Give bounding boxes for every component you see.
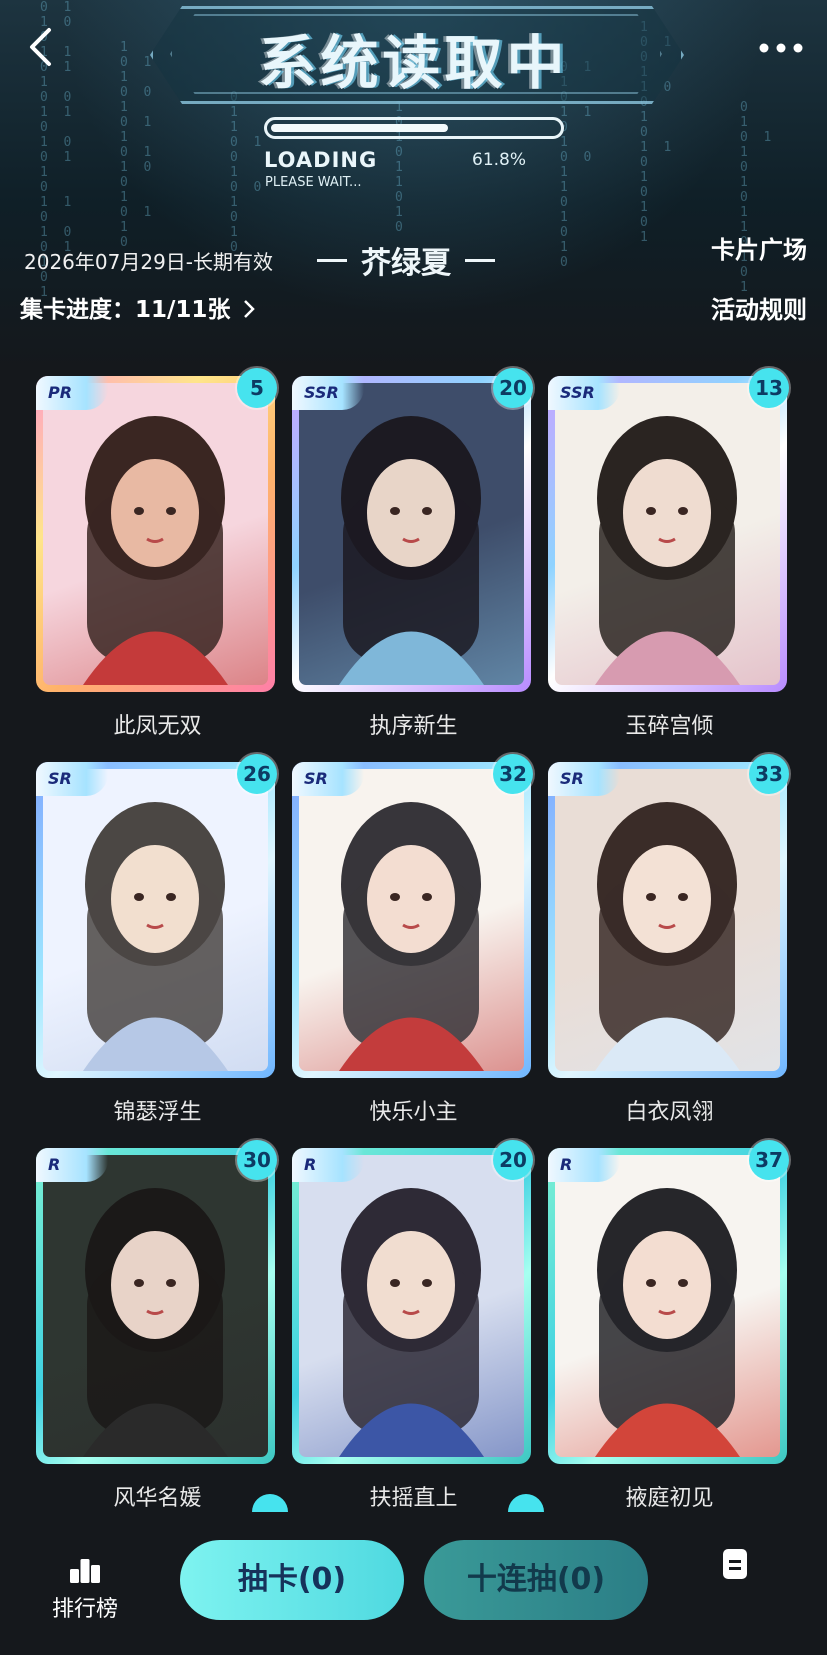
card-frame (292, 762, 531, 1078)
card-artwork (299, 383, 524, 685)
please-wait-label: PLEASE WAIT... (265, 175, 362, 190)
chevron-right-icon (244, 300, 256, 318)
draw-card-button[interactable]: 抽卡(0) (180, 1540, 404, 1620)
loading-progress-bar (264, 117, 564, 139)
card-frame (548, 376, 787, 692)
more-button[interactable] (753, 26, 809, 70)
podium-icon (70, 1559, 100, 1583)
activity-rules-link[interactable]: 活动规则 (711, 290, 807, 325)
card-item[interactable]: SR 26 锦瑟浮生 (36, 754, 279, 1125)
ranking-tab[interactable]: 排行榜 (52, 1555, 118, 1623)
card-frame (36, 376, 275, 692)
page-title: 系统读取中 (258, 29, 569, 97)
card-count-badge: 20 (493, 1140, 533, 1180)
card-artwork (299, 769, 524, 1071)
rarity-tag: R (292, 1148, 364, 1182)
card-count-badge: 20 (493, 368, 533, 408)
card-name: 风华名媛 (113, 1486, 202, 1511)
theme-title-text: 芥绿夏 (361, 246, 451, 281)
card-square-link[interactable]: 卡片广场 (711, 230, 807, 265)
rarity-tag: SSR (292, 376, 364, 410)
card-name: 玉碎宫倾 (625, 714, 714, 739)
collection-progress-text: 集卡进度：11/11张 (20, 297, 231, 323)
rarity-tag: R (548, 1148, 620, 1182)
ranking-label: 排行榜 (52, 1597, 119, 1622)
card-artwork (43, 1155, 268, 1457)
card-name: 执序新生 (369, 714, 458, 739)
event-date: 2026年07月29日-长期有效 (24, 250, 274, 274)
card-item[interactable]: R 20 扶摇直上 (292, 1140, 535, 1511)
rarity-tag: SSR (548, 376, 620, 410)
card-item[interactable]: SSR 13 玉碎宫倾 (548, 368, 791, 739)
notes-button[interactable] (722, 1548, 748, 1584)
loading-label: LOADING (264, 148, 378, 172)
card-item[interactable]: R 30 风华名媛 (36, 1140, 279, 1511)
card-frame (36, 762, 275, 1078)
loading-percent: 61.8% (472, 150, 527, 170)
collection-progress-link[interactable]: 集卡进度：11/11张 (20, 290, 256, 324)
card-count-badge: 33 (749, 754, 789, 794)
card-item[interactable]: SSR 20 执序新生 (292, 368, 535, 739)
card-count-badge: 37 (749, 1140, 789, 1180)
loading-progress-fill (271, 124, 448, 132)
rarity-tag: SR (548, 762, 620, 796)
title-dash-right (465, 258, 495, 262)
title-dash-left (317, 258, 347, 262)
card-artwork (555, 383, 780, 685)
card-count-badge: 13 (749, 368, 789, 408)
card-item[interactable]: SR 32 快乐小主 (292, 754, 535, 1125)
back-button[interactable] (18, 22, 62, 72)
card-name: 此凤无双 (113, 714, 202, 739)
card-artwork (43, 383, 268, 685)
more-dots-icon (759, 43, 803, 53)
card-name: 白衣凤翎 (625, 1100, 714, 1125)
card-artwork (299, 1155, 524, 1457)
notes-icon (723, 1549, 747, 1579)
card-item[interactable]: SR 33 白衣凤翎 (548, 754, 791, 1125)
card-item[interactable]: PR 5 此凤无双 (36, 368, 279, 739)
card-count-badge: 26 (237, 754, 277, 794)
back-arrow-icon (30, 28, 51, 66)
card-frame (292, 1148, 531, 1464)
rarity-tag: R (36, 1148, 108, 1182)
card-frame (548, 762, 787, 1078)
card-count-badge: 30 (237, 1140, 277, 1180)
rarity-tag: PR (36, 376, 108, 410)
card-name: 快乐小主 (369, 1100, 458, 1125)
card-artwork (555, 769, 780, 1071)
draw-ten-button[interactable]: 十连抽(0) (424, 1540, 648, 1620)
card-frame (292, 376, 531, 692)
card-count-badge: 32 (493, 754, 533, 794)
card-item[interactable]: R 37 掖庭初见 (548, 1140, 791, 1511)
card-name: 扶摇直上 (369, 1486, 458, 1511)
card-artwork (43, 769, 268, 1071)
rarity-tag: SR (36, 762, 108, 796)
card-name: 掖庭初见 (625, 1486, 714, 1511)
rarity-tag: SR (292, 762, 364, 796)
card-count-badge: 5 (237, 368, 277, 408)
card-frame (36, 1148, 275, 1464)
card-frame (548, 1148, 787, 1464)
card-artwork (555, 1155, 780, 1457)
card-name: 锦瑟浮生 (113, 1100, 202, 1125)
theme-title: 芥绿夏 (317, 238, 495, 282)
bottom-bar (0, 1520, 827, 1655)
